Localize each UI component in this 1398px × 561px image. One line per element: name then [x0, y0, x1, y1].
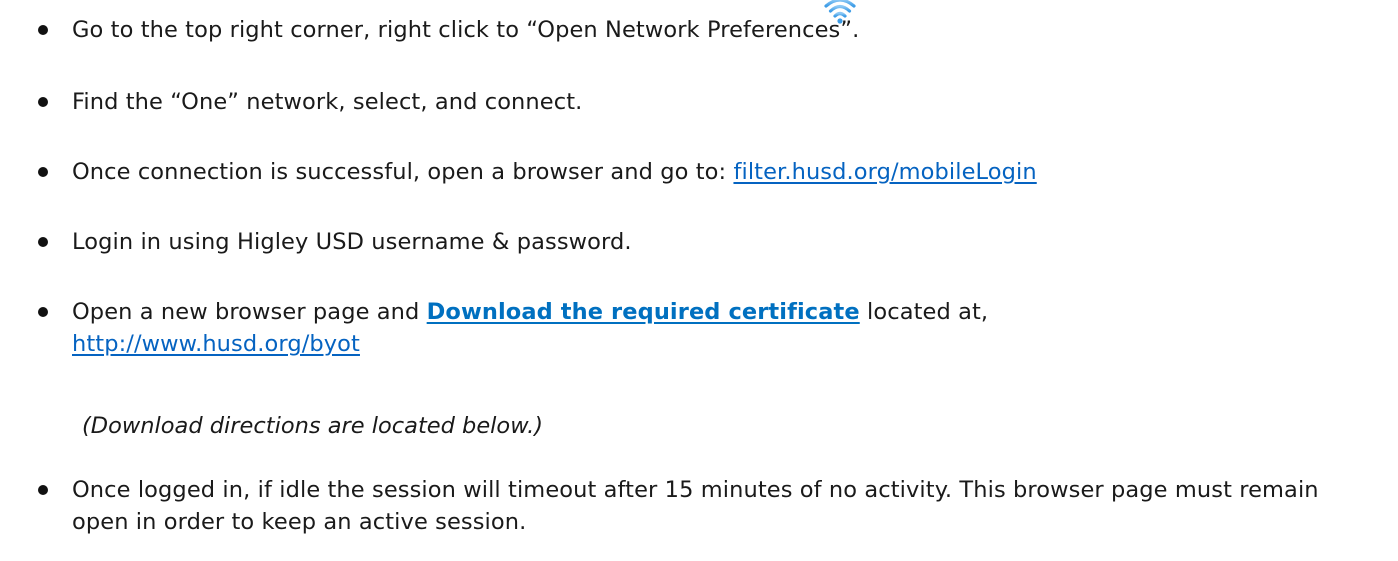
list-item: Once logged in, if idle the session will…: [38, 474, 1382, 538]
list-item: Find the “One” network, select, and conn…: [38, 86, 1382, 118]
list-item: Login in using Higley USD username & pas…: [38, 226, 1382, 258]
list-item: Once connection is successful, open a br…: [38, 156, 1382, 188]
bullet-icon: [38, 25, 48, 35]
step-text: Go to the top right corner, right click …: [72, 17, 860, 43]
download-directions-note: (Download directions are located below.): [82, 413, 544, 439]
bullet-icon: [38, 167, 48, 177]
step-text: Once connection is successful, open a br…: [72, 159, 734, 185]
step-text: located at,: [859, 299, 989, 325]
download-certificate-link[interactable]: Download the required certificate: [427, 299, 860, 325]
step-text: Open a new browser page and: [72, 299, 427, 325]
bullet-icon: [38, 307, 48, 317]
list-item: Open a new browser page and Download the…: [38, 296, 1382, 360]
byot-link[interactable]: http://www.husd.org/byot: [72, 331, 360, 357]
bullet-icon: [38, 97, 48, 107]
mobile-login-link[interactable]: filter.husd.org/mobileLogin: [733, 159, 1036, 185]
bullet-icon: [38, 237, 48, 247]
bullet-icon: [38, 485, 48, 495]
list-item: Go to the top right corner, right click …: [38, 14, 1382, 46]
step-text: Login in using Higley USD username & pas…: [72, 229, 632, 255]
document-page: Go to the top right corner, right click …: [0, 0, 1398, 561]
step-text: Find the “One” network, select, and conn…: [72, 89, 583, 115]
step-text: Once logged in, if idle the session will…: [72, 477, 1319, 535]
